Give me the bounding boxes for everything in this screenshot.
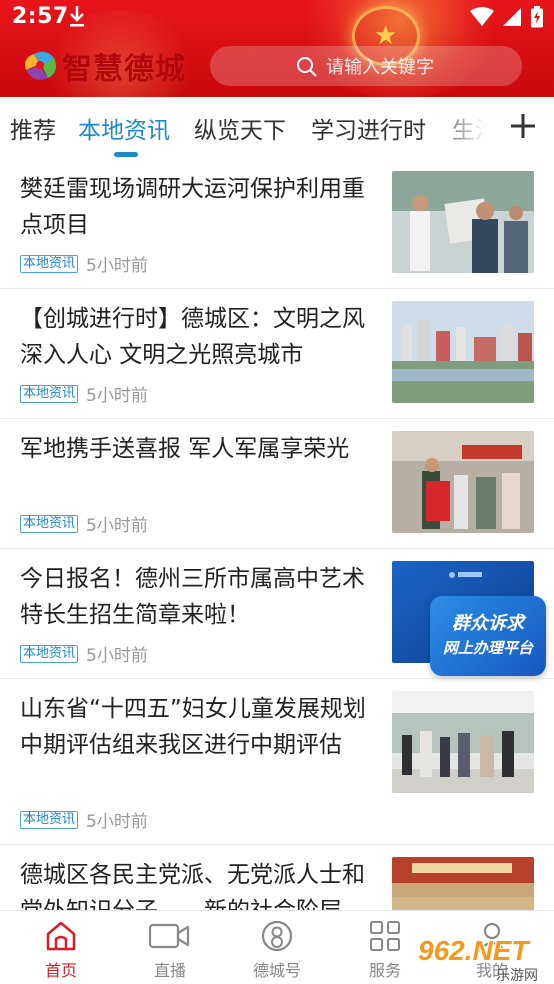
watermark-subtext: 乐游网 <box>496 968 538 984</box>
news-time: 5小时前 <box>86 646 148 666</box>
nav-label: 首页 <box>44 961 77 980</box>
download-icon <box>70 6 84 27</box>
news-title: 德城区各民主党派、无党派人士和党外知识分子——新的社会阶层 <box>20 862 365 910</box>
category-badge: 本地资讯 <box>20 810 79 829</box>
site-watermark: 962.NET 乐游网 <box>418 935 554 984</box>
list-item[interactable]: 樊廷雷现场调研大运河保护利用重点项目 本地资讯 5小时前 <box>0 159 554 289</box>
news-title: 【创城进行时】德城区：文明之风深入人心 文明之光照亮城市 <box>20 306 365 368</box>
news-thumbnail <box>392 301 534 403</box>
add-channel-icon[interactable] <box>505 108 541 144</box>
news-meta: 本地资讯 5小时前 <box>20 251 148 276</box>
app-name: 智慧德城 <box>62 52 186 87</box>
tab-world-view[interactable]: 纵览天下 <box>194 111 286 145</box>
nav-label: 德城号 <box>252 961 301 980</box>
active-tab-indicator <box>114 152 138 157</box>
news-title: 山东省“十四五”妇女儿童发展规划中期评估组来我区进行中期评估 <box>20 696 366 758</box>
nav-label: 直播 <box>153 961 186 980</box>
list-item[interactable]: 【创城进行时】德城区：文明之风深入人心 文明之光照亮城市 本地资讯 5小时前 <box>0 289 554 419</box>
signal-icon <box>503 8 521 26</box>
search-bar[interactable]: 请输入关键字 <box>210 46 522 86</box>
list-item[interactable]: 山东省“十四五”妇女儿童发展规划中期评估组来我区进行中期评估 本地资讯 5小时前 <box>0 679 554 845</box>
news-thumbnail <box>392 171 534 273</box>
grid-icon <box>370 921 400 951</box>
category-badge: 本地资讯 <box>20 644 79 663</box>
nav-services[interactable]: 服务 <box>345 919 425 981</box>
news-title: 今日报名！德州三所市属高中艺术特长生招生简章来啦！ <box>20 566 365 628</box>
app-header: ★ 2:57 智慧德城 请输入关键字 <box>0 0 554 97</box>
status-icons <box>470 6 544 28</box>
search-icon <box>297 57 317 77</box>
news-thumbnail <box>392 857 534 910</box>
battery-icon <box>531 6 543 28</box>
news-time: 5小时前 <box>86 256 148 276</box>
news-meta: 本地资讯 5小时前 <box>20 381 148 406</box>
list-item[interactable]: 德城区各民主党派、无党派人士和党外知识分子——新的社会阶层 <box>0 845 554 910</box>
news-meta: 本地资讯 5小时前 <box>20 641 148 666</box>
news-meta: 本地资讯 5小时前 <box>20 511 148 536</box>
tab-local-news[interactable]: 本地资讯 <box>78 111 170 145</box>
nav-decheng-account[interactable]: 德城号 <box>237 919 317 981</box>
logo-icon <box>25 51 56 80</box>
watermark-logo: 962.NET <box>418 935 529 966</box>
profile-circle-icon <box>261 920 293 952</box>
status-bar: 2:57 <box>0 0 554 36</box>
banner-line-2: 网上办理平台 <box>442 639 533 657</box>
news-meta: 本地资讯 5小时前 <box>20 807 148 832</box>
nav-home[interactable]: 首页 <box>21 919 101 981</box>
news-title: 樊廷雷现场调研大运河保护利用重点项目 <box>20 176 365 238</box>
news-time: 5小时前 <box>86 386 148 406</box>
app-logo: 智慧德城 <box>20 44 186 88</box>
floating-service-banner[interactable]: 群众诉求 网上办理平台 <box>430 596 546 676</box>
tab-fade <box>430 97 500 159</box>
tab-recommend[interactable]: 推荐 <box>10 111 56 145</box>
category-badge: 本地资讯 <box>20 384 79 403</box>
nav-label: 服务 <box>368 961 401 980</box>
news-title: 军地携手送喜报 军人军属享荣光 <box>20 436 350 462</box>
tab-study[interactable]: 学习进行时 <box>311 111 426 145</box>
video-camera-icon <box>148 923 190 949</box>
category-badge: 本地资讯 <box>20 514 79 533</box>
news-thumbnail <box>392 431 534 533</box>
search-placeholder: 请输入关键字 <box>326 57 434 78</box>
news-time: 5小时前 <box>86 812 148 832</box>
list-item[interactable]: 军地携手送喜报 军人军属享荣光 本地资讯 5小时前 <box>0 419 554 549</box>
banner-line-1: 群众诉求 <box>452 613 524 634</box>
home-icon <box>46 921 76 951</box>
news-list: 樊廷雷现场调研大运河保护利用重点项目 本地资讯 5小时前 【创城进行时】德城区：… <box>0 159 554 910</box>
nav-live[interactable]: 直播 <box>130 919 210 981</box>
wifi-icon <box>470 7 494 26</box>
news-thumbnail <box>392 691 534 793</box>
category-badge: 本地资讯 <box>20 254 79 273</box>
news-time: 5小时前 <box>86 516 148 536</box>
status-time: 2:57 <box>12 4 69 29</box>
